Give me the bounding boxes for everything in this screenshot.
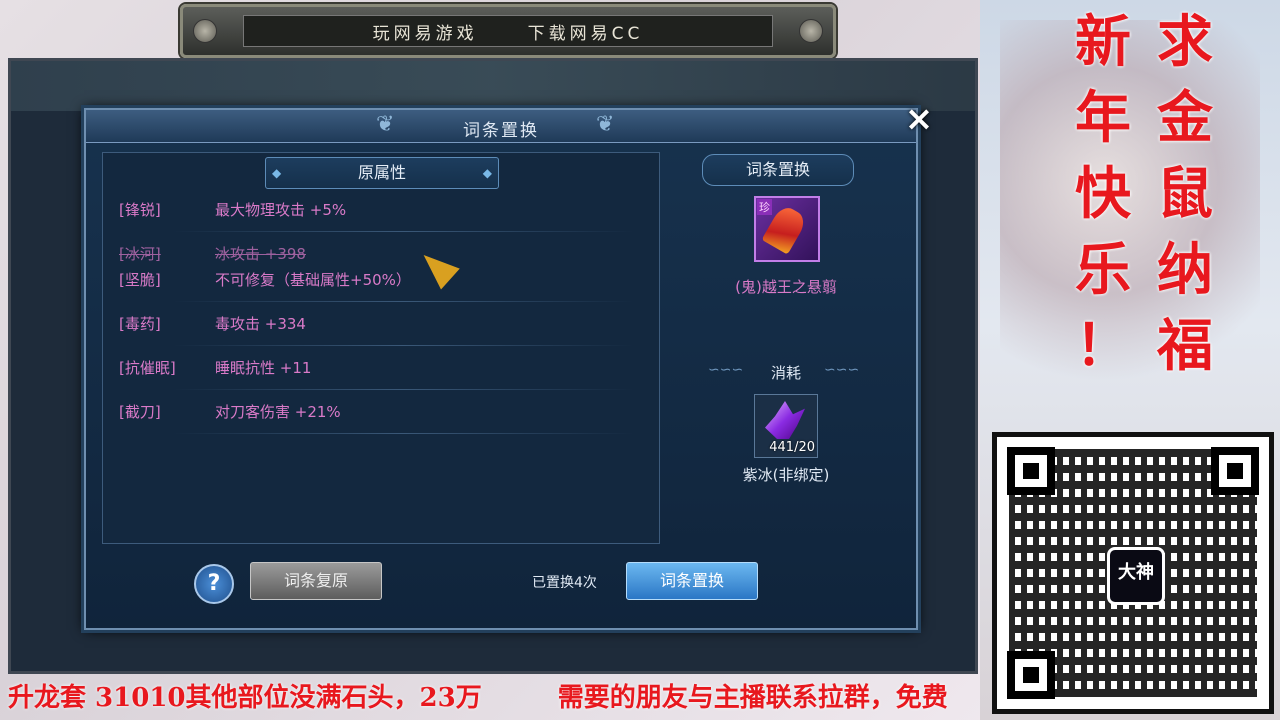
banner-text-box: 玩网易游戏 下载网易CC (243, 15, 773, 47)
qr-finder-icon (1211, 447, 1259, 495)
attribute-value: 冰攻击 +398 (215, 245, 306, 263)
attribute-value: 不可修复（基础属性+50%） (215, 271, 411, 289)
promo-char: 福 (1157, 313, 1213, 379)
replace-attributes-button[interactable]: 词条置换 (626, 562, 758, 600)
row-divider (173, 433, 633, 434)
row-divider (173, 345, 633, 346)
attribute-value: 睡眠抗性 +11 (215, 359, 312, 377)
promo-char: 乐 (1075, 237, 1131, 303)
attribute-value: 毒攻击 +334 (215, 315, 306, 333)
attribute-key: [截刀] (119, 403, 161, 421)
attribute-row: [截刀] 对刀客伤害 +21% (119, 401, 629, 427)
purple-crystal-icon (765, 401, 805, 439)
app-logo-icon: 大神 (1107, 547, 1165, 605)
equipment-name: (鬼)越王之悬翦 (735, 278, 837, 296)
dialog-title-bar: ❦ 词条置换 ❦ (86, 110, 916, 143)
help-button[interactable]: ? (194, 564, 234, 604)
row-divider (173, 301, 633, 302)
original-attributes-header: 原属性 (265, 157, 499, 189)
ticker-right-text: 需要的朋友与主播联系拉群，免费 (557, 683, 948, 713)
replace-header: 词条置换 (702, 154, 854, 186)
qr-finder-icon (1007, 447, 1055, 495)
promo-char: 年 (1075, 85, 1131, 151)
attribute-key: [坚脆] (119, 271, 161, 289)
promo-char: 快 (1075, 161, 1131, 227)
scrolling-ticker: 升龙套 31010其他部位没满石头，23万 需要的朋友与主播联系拉群，免费 (0, 676, 1280, 720)
promo-char: ！ (1075, 313, 1131, 379)
attribute-row: [坚脆] 不可修复（基础属性+50%） (119, 269, 629, 295)
ticker-left-text: 升龙套 31010其他部位没满石头，23万 (8, 683, 482, 713)
promo-char: 纳 (1157, 237, 1213, 303)
restore-attributes-button[interactable]: 词条复原 (250, 562, 382, 600)
attribute-key: [抗催眠] (119, 359, 176, 377)
rarity-badge: 珍 (757, 199, 772, 215)
banner-knob-right (799, 19, 823, 43)
attribute-value: 最大物理攻击 +5% (215, 201, 347, 219)
promo-char: 金 (1157, 85, 1213, 151)
promo-column-right: 求 金 鼠 纳 福 (1146, 4, 1224, 384)
attribute-row: [抗催眠] 睡眠抗性 +11 (119, 357, 629, 383)
promo-char: 新 (1075, 9, 1131, 75)
replace-count-text: 已置换4次 (532, 575, 597, 591)
banner-left-text: 玩网易游戏 (372, 23, 478, 44)
dialog-title: 词条置换 (463, 121, 539, 141)
consume-ornament-right-icon: ∽∽∽ (824, 362, 860, 378)
row-divider (173, 389, 633, 390)
promo-char: 求 (1157, 9, 1213, 75)
title-ornament-right-icon: ❦ (596, 112, 615, 137)
original-attributes-panel: 原属性 [锋锐] 最大物理攻击 +5% [冰河] 冰攻击 +398 [坚脆] 不… (102, 152, 660, 544)
equipment-slot[interactable]: 珍 (754, 196, 820, 262)
close-button[interactable]: × (902, 102, 936, 136)
attribute-row: [毒药] 毒攻击 +334 (119, 313, 629, 339)
material-slot[interactable]: 441/20 (754, 394, 818, 458)
material-name: 紫冰(非绑定) (742, 466, 830, 484)
attribute-key: [毒药] (119, 315, 161, 333)
attribute-key: [冰河] (119, 245, 161, 263)
row-divider (173, 231, 633, 232)
qr-code: 大神 (992, 432, 1274, 714)
attribute-row-struck: [冰河] 冰攻击 +398 (119, 243, 629, 269)
promo-column-left: 新 年 快 乐 ！ (1064, 4, 1142, 384)
attribute-row: [锋锐] 最大物理攻击 +5% (119, 199, 629, 225)
attribute-replace-dialog: ❦ 词条置换 ❦ × 原属性 [锋锐] 最大物理攻击 +5% [冰河] 冰攻击 … (84, 102, 933, 630)
material-count: 441/20 (769, 440, 815, 455)
attribute-key: [锋锐] (119, 201, 161, 219)
promo-char: 鼠 (1157, 161, 1213, 227)
attribute-value: 对刀客伤害 +21% (215, 403, 341, 421)
banner-knob-left (193, 19, 217, 43)
game-scene-backdrop (11, 61, 975, 111)
top-banner: 玩网易游戏 下载网易CC (180, 4, 836, 58)
banner-right-text: 下载网易CC (527, 23, 644, 44)
